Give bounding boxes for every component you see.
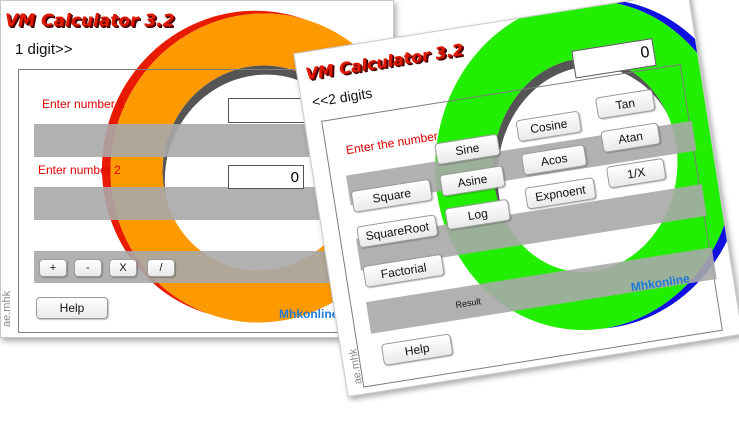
help-button[interactable]: Help	[36, 297, 108, 319]
number1-input[interactable]	[228, 98, 308, 123]
divide-button[interactable]: /	[147, 259, 175, 277]
number2-input[interactable]	[228, 165, 304, 189]
subtract-button[interactable]: -	[74, 259, 102, 277]
number2-label: Enter number 2	[38, 163, 121, 177]
mode-toggle-1digit[interactable]: 1 digit>>	[15, 41, 73, 58]
multiply-button[interactable]: X	[109, 259, 137, 277]
calculator-window-2digits: VM Calculator 3.2 <<2 digits Enter the n…	[293, 0, 739, 398]
brand-label: Mhkonline	[279, 307, 339, 321]
mode-toggle-2digits[interactable]: <<2 digits	[311, 85, 373, 110]
add-button[interactable]: +	[39, 259, 67, 277]
app-title: VM Calculator 3.2	[5, 11, 175, 31]
side-watermark: ae.mhk	[1, 290, 13, 327]
number1-label: Enter number 1	[42, 97, 125, 111]
